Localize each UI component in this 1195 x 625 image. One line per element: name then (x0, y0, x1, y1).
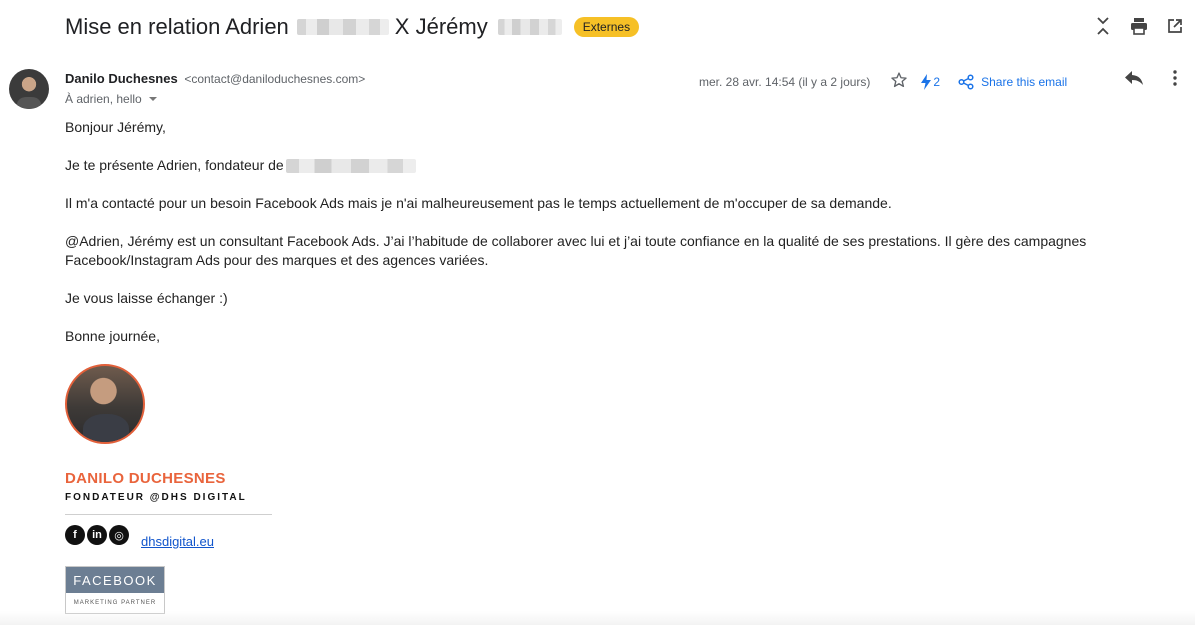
more-options-icon[interactable] (1165, 68, 1185, 88)
star-icon[interactable] (890, 71, 908, 92)
paragraph-2: @Adrien, Jérémy est un consultant Facebo… (65, 233, 1087, 268)
recipients-toggle[interactable]: À adrien, hello (65, 92, 158, 106)
redacted-text (285, 159, 416, 174)
greeting: Bonjour Jérémy, (65, 119, 166, 135)
linkedin-icon[interactable]: in (87, 525, 107, 545)
bottom-shadow (0, 611, 1195, 625)
collapse-all-icon[interactable] (1093, 16, 1113, 36)
sender-avatar[interactable] (9, 69, 49, 109)
reply-icon[interactable] (1124, 68, 1144, 88)
redacted-text (497, 19, 562, 35)
facebook-icon[interactable]: f (65, 525, 85, 545)
print-icon[interactable] (1129, 16, 1149, 36)
email-subject: Mise en relation Adrien X Jérémy Externe… (65, 14, 640, 40)
intro-paragraph: Je te présente Adrien, fondateur de (65, 156, 1155, 175)
sender-name[interactable]: Danilo Duchesnes (65, 71, 178, 86)
badge-top-text: FACEBOOK (66, 567, 164, 593)
signature-divider (65, 514, 272, 515)
open-in-new-window-icon[interactable] (1165, 16, 1185, 36)
closing: Bonne journée, (65, 328, 160, 344)
website-link[interactable]: dhsdigital.eu (141, 534, 214, 549)
redacted-text (296, 19, 389, 35)
paragraph-3: Je vous laisse échanger :) (65, 290, 228, 306)
signature-photo (65, 364, 145, 444)
lightning-icon (921, 73, 932, 90)
social-links: f in ◎ (65, 525, 129, 545)
sender-line: Danilo Duchesnes <contact@daniloduchesne… (65, 71, 365, 86)
paragraph-1: Il m'a contacté pour un besoin Facebook … (65, 195, 892, 211)
message-date: mer. 28 avr. 14:54 (il y a 2 jours) (699, 74, 871, 89)
share-label: Share this email (981, 74, 1068, 89)
signature-name: DANILO DUCHESNES (65, 470, 226, 487)
thread-toolbar (1093, 16, 1185, 36)
share-email-button[interactable]: Share this email (958, 73, 1068, 90)
chevron-down-icon (148, 97, 157, 101)
facebook-partner-badge: FACEBOOK MARKETING PARTNER (65, 566, 165, 614)
subject-part-2: X Jérémy (394, 14, 488, 39)
email-body: Bonjour Jérémy, Je te présente Adrien, f… (65, 118, 1155, 365)
bolt-counter[interactable]: 2 (920, 73, 941, 90)
bolt-count: 2 (933, 74, 941, 89)
subject-part-1: Mise en relation Adrien (65, 14, 289, 39)
message-meta: mer. 28 avr. 14:54 (il y a 2 jours) 2 Sh… (699, 71, 1067, 92)
signature-title: FONDATEUR @DHS DIGITAL (65, 492, 247, 503)
recipients-text: À adrien, hello (65, 92, 142, 106)
share-icon (958, 73, 974, 90)
subject-row: Mise en relation Adrien X Jérémy Externe… (65, 10, 640, 44)
intro-text: Je te présente Adrien, fondateur de (65, 157, 284, 173)
label-badge[interactable]: Externes (573, 17, 640, 37)
badge-bottom-text: MARKETING PARTNER (66, 593, 164, 613)
instagram-icon[interactable]: ◎ (109, 525, 129, 545)
sender-email: <contact@daniloduchesnes.com> (184, 72, 366, 86)
